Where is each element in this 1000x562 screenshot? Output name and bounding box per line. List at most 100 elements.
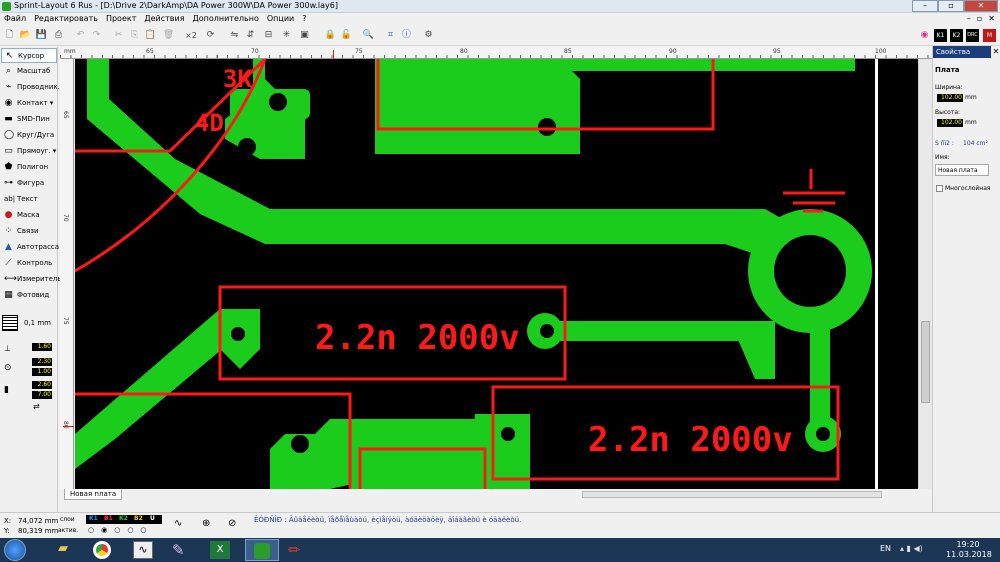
track-width-field[interactable]: 1.60 xyxy=(32,343,52,351)
tool-pad[interactable]: ◉ Контакт ▾ xyxy=(1,96,57,111)
clock-time[interactable]: 19:20 xyxy=(946,540,990,549)
tool-track[interactable]: ⌁ Проводник. xyxy=(1,80,60,95)
tool-measure[interactable]: ⟷ Измеритель xyxy=(1,272,62,287)
save-icon[interactable]: 💾 xyxy=(35,29,48,42)
smd-height-field[interactable]: 7.00 xyxy=(32,391,52,399)
search-icon[interactable]: 🔍 xyxy=(362,29,375,42)
tool-check[interactable]: ⟋ Контроль xyxy=(1,256,57,271)
mdi-close-icon[interactable]: ✕ xyxy=(985,13,998,25)
grid-icon[interactable] xyxy=(2,315,18,331)
maximize-button[interactable]: ▫ xyxy=(938,0,964,12)
height-field[interactable]: 102.00 xyxy=(937,119,963,127)
audio-app-icon[interactable]: ∿ xyxy=(133,541,153,559)
vertical-scrollbar[interactable] xyxy=(918,59,932,489)
new-file-icon[interactable]: 🗋 xyxy=(3,29,16,42)
tool-rect[interactable]: ▭ Прямоуг. ▾ xyxy=(1,144,57,159)
menu-help[interactable]: ? xyxy=(298,13,310,25)
tool-mask[interactable]: ● Маска xyxy=(1,208,57,223)
link-icon[interactable]: ⊘ xyxy=(228,518,236,529)
mirror-v-icon[interactable]: ⇵ xyxy=(244,29,257,42)
mdi-restore-icon[interactable]: ▫ xyxy=(974,13,985,25)
grid-snap-icon[interactable]: ✳ xyxy=(280,29,293,42)
pcb-drawing[interactable]: 3K 4D 2.2n 2000v 2.2n 2000v xyxy=(75,59,875,489)
excel-icon[interactable]: X xyxy=(210,541,230,559)
tool-text[interactable]: ab| Текст xyxy=(1,192,57,207)
pcb-canvas[interactable]: 3K 4D 2.2n 2000v 2.2n 2000v xyxy=(75,59,875,489)
unlock-icon[interactable]: 🔓 xyxy=(340,29,353,42)
sprint-layout-task[interactable] xyxy=(245,539,279,561)
undo-icon[interactable]: ↶ xyxy=(74,29,87,42)
ruler-h-label: 80 xyxy=(460,48,468,55)
close-button[interactable]: ✕ xyxy=(964,0,998,12)
horizontal-scrollbar[interactable] xyxy=(582,491,882,498)
pencil-app-icon[interactable]: ✏ xyxy=(288,541,301,559)
scroll-thumb[interactable] xyxy=(921,321,930,403)
layer-k2[interactable]: K2 xyxy=(119,515,128,522)
lock-icon[interactable]: 🔒 xyxy=(324,29,337,42)
minimize-button[interactable]: – xyxy=(912,0,938,12)
panel-close-icon[interactable]: ✕ xyxy=(991,46,1000,58)
menu-actions[interactable]: Действия xyxy=(140,13,188,25)
open-folder-icon[interactable]: 📂 xyxy=(19,29,32,42)
duplicate-button[interactable]: ×2 xyxy=(182,29,200,42)
tool-smd[interactable]: ▬ SMD-Пин xyxy=(1,112,57,127)
menu-project[interactable]: Проект xyxy=(102,13,140,25)
chrome-icon[interactable] xyxy=(93,541,111,559)
delete-icon[interactable]: 🗑 xyxy=(162,29,175,42)
redo-icon[interactable]: ↷ xyxy=(90,29,103,42)
menu-edit[interactable]: Редактировать xyxy=(30,13,102,25)
settings-gear-icon[interactable]: ⚙ xyxy=(422,29,435,42)
mdi-minimize-icon[interactable]: – xyxy=(964,13,974,25)
layer-b2[interactable]: B2 xyxy=(134,515,143,522)
tool-photoview[interactable]: ▦ Фотовид xyxy=(1,288,57,303)
info-icon[interactable]: ⓘ xyxy=(400,29,413,42)
menu-options[interactable]: Опции xyxy=(263,13,298,25)
layer-u[interactable]: U xyxy=(150,515,155,522)
drc-icon[interactable]: DRC xyxy=(966,29,979,42)
language-indicator[interactable]: EN xyxy=(880,544,891,553)
cut-icon[interactable]: ✂ xyxy=(112,29,125,42)
tool-zoom[interactable]: ⌕ Масштаб xyxy=(1,64,57,79)
width-field[interactable]: 102.00 xyxy=(937,94,963,102)
tool-shape[interactable]: ⊶ Фигура xyxy=(1,176,57,191)
tool-circle[interactable]: ◯ Круг/Дуга xyxy=(1,128,57,143)
rotate-icon[interactable]: ⟳ xyxy=(204,29,217,42)
tab-board[interactable]: Новая плата xyxy=(64,489,123,500)
pad-outer-field[interactable]: 2.30 xyxy=(32,358,52,366)
start-button-icon[interactable] xyxy=(4,539,26,561)
smd-width-field[interactable]: 2.60 xyxy=(32,381,52,389)
multilayer-checkbox[interactable] xyxy=(936,185,943,192)
name-field[interactable]: Новая плата xyxy=(935,164,989,176)
tool-polygon[interactable]: ⬟ Полигон xyxy=(1,160,57,175)
layer-b1[interactable]: B1 xyxy=(104,515,113,522)
menu-extra[interactable]: Дополнительно xyxy=(189,13,263,25)
tool-cursor[interactable]: ↖ Курсор xyxy=(1,48,57,63)
explorer-icon[interactable]: ▰ xyxy=(50,541,76,559)
align-icon[interactable]: ⊟ xyxy=(262,29,275,42)
pad-inner-field[interactable]: 1.00 xyxy=(32,368,52,376)
tray-icons[interactable]: ▴ ▮ ◀) xyxy=(900,544,923,553)
layer-k1[interactable]: K1 xyxy=(89,515,98,522)
route-icon[interactable]: ∿ xyxy=(174,518,182,529)
color-icon[interactable]: ◉ xyxy=(918,29,931,42)
copy-icon[interactable]: ⎘ xyxy=(128,29,141,42)
tool-autoroute[interactable]: ▲ Автотрасса xyxy=(1,240,59,255)
export-icon[interactable]: M xyxy=(983,29,996,42)
print-icon[interactable]: ⎙ xyxy=(52,29,65,42)
paint-icon[interactable]: ✎ xyxy=(172,541,185,559)
grid-value[interactable]: 0,1 mm xyxy=(24,319,51,327)
properties-tab[interactable]: Свойства xyxy=(933,46,991,58)
target-icon[interactable]: ⊕ xyxy=(202,518,210,529)
group-icon[interactable]: ▣ xyxy=(298,29,311,42)
mirror-h-icon[interactable]: ⇋ xyxy=(228,29,241,42)
clock-date[interactable]: 11.03.2018 xyxy=(946,550,992,559)
layer-k2-icon[interactable]: K2 xyxy=(950,29,963,42)
track-icon: ⌁ xyxy=(5,82,12,92)
layer-k1-icon[interactable]: K1 xyxy=(934,29,947,42)
menu-file[interactable]: Файл xyxy=(0,13,30,25)
paste-icon[interactable]: 📋 xyxy=(144,29,157,42)
crop-icon[interactable]: ⌗ xyxy=(384,29,397,42)
active-layer-radios[interactable]: ○◉○○○ xyxy=(86,526,162,536)
tool-connections[interactable]: ⁘ Связи xyxy=(1,224,57,239)
swap-icon[interactable]: ⇄ xyxy=(33,402,40,411)
